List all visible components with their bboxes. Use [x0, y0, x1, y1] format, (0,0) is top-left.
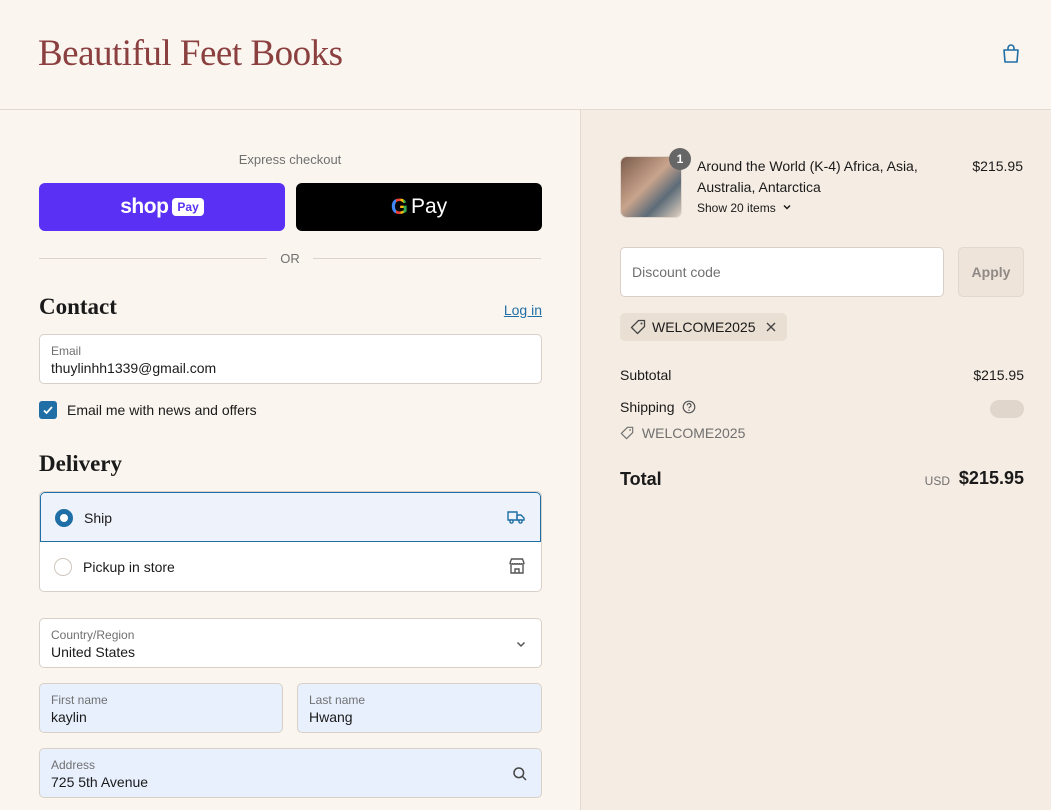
pickup-option[interactable]: Pickup in store	[40, 542, 541, 591]
newsletter-row: Email me with news and offers	[39, 400, 257, 420]
pickup-label: Pickup in store	[83, 559, 175, 575]
shop-pay-word: shop	[120, 195, 169, 218]
last-name-field[interactable]: Last name Hwang	[297, 683, 542, 733]
product-title: Around the World (K-4) Africa, Asia, Aus…	[697, 158, 918, 195]
search-icon[interactable]	[512, 766, 528, 782]
pickup-radio[interactable]	[54, 558, 72, 576]
total-value: $215.95	[958, 468, 1024, 488]
store-icon	[509, 558, 525, 574]
address-label: Address	[51, 758, 96, 772]
country-select[interactable]: Country/Region United States	[39, 618, 542, 668]
truck-icon	[507, 511, 525, 524]
express-checkout-title: Express checkout	[238, 152, 342, 167]
discount-code-input[interactable]	[620, 247, 944, 297]
address-field[interactable]: Address 725 5th Avenue	[39, 748, 542, 798]
shipping-discount-row: WELCOME2025	[620, 425, 1024, 441]
total-label: Total	[620, 469, 662, 489]
show-items-toggle[interactable]: Show 20 items	[697, 201, 792, 215]
tag-icon	[630, 319, 646, 335]
delivery-method-group: Ship Pickup in store	[39, 491, 542, 592]
ship-radio[interactable]	[55, 509, 73, 527]
checkout-form: Express checkout shop Pay G Pay OR Conta…	[0, 110, 580, 810]
shop-pay-badge: Pay	[172, 198, 204, 216]
remove-code-button[interactable]	[765, 321, 777, 333]
newsletter-checkbox[interactable]	[39, 401, 57, 419]
email-value: thuylinhh1339@gmail.com	[51, 360, 217, 376]
applied-code-chip: WELCOME2025	[620, 313, 788, 341]
shipping-loading-placeholder	[990, 400, 1024, 418]
shopping-bag-icon[interactable]	[999, 42, 1023, 66]
or-text: OR	[280, 251, 300, 266]
google-pay-label: Pay	[410, 195, 448, 218]
order-summary: 1 Around the World (K-4) Africa, Asia, A…	[580, 110, 1051, 810]
email-label: Email	[51, 344, 82, 358]
login-link[interactable]: Log in	[480, 302, 542, 318]
email-field[interactable]: Email thuylinhh1339@gmail.com	[39, 334, 542, 384]
first-name-value: kaylin	[51, 709, 87, 725]
check-icon	[43, 406, 53, 415]
applied-code-label: WELCOME2025	[652, 319, 756, 335]
tag-icon	[620, 426, 634, 440]
chevron-down-icon	[783, 204, 791, 210]
google-g-icon: G	[390, 194, 408, 219]
subtotal-row: Subtotal $215.95	[620, 367, 1024, 383]
header: Beautiful Feet Books	[0, 0, 1051, 110]
country-label: Country/Region	[51, 628, 135, 642]
chevron-down-icon	[516, 641, 526, 648]
shipping-row: Shipping	[620, 399, 1024, 418]
show-items-label: Show 20 items	[697, 201, 776, 215]
close-icon	[766, 322, 776, 332]
total-row: Total USD $215.95	[620, 467, 1024, 493]
contact-title: Contact	[39, 294, 117, 319]
shipping-discount-code: WELCOME2025	[641, 425, 746, 441]
first-name-label: First name	[51, 693, 108, 707]
apply-button[interactable]: Apply	[958, 247, 1024, 297]
help-icon[interactable]	[682, 400, 696, 414]
delivery-title: Delivery	[39, 451, 123, 476]
shipping-label: Shipping	[620, 399, 675, 415]
product-price: $215.95	[972, 158, 1023, 174]
store-logo[interactable]: Beautiful Feet Books	[38, 32, 343, 75]
google-pay-button[interactable]: G Pay	[296, 183, 542, 231]
address-value: 725 5th Avenue	[51, 774, 149, 790]
currency-label: USD	[924, 474, 950, 488]
or-divider: OR	[39, 250, 541, 268]
subtotal-value: $215.95	[973, 367, 1024, 383]
newsletter-label: Email me with news and offers	[67, 402, 257, 418]
country-value: United States	[51, 644, 136, 660]
quantity-badge: 1	[669, 148, 691, 170]
shop-pay-button[interactable]: shop Pay	[39, 183, 285, 231]
last-name-value: Hwang	[309, 709, 353, 725]
ship-label: Ship	[84, 510, 113, 526]
subtotal-label: Subtotal	[620, 367, 672, 383]
last-name-label: Last name	[309, 693, 366, 707]
ship-option[interactable]: Ship	[40, 492, 541, 542]
first-name-field[interactable]: First name kaylin	[39, 683, 283, 733]
